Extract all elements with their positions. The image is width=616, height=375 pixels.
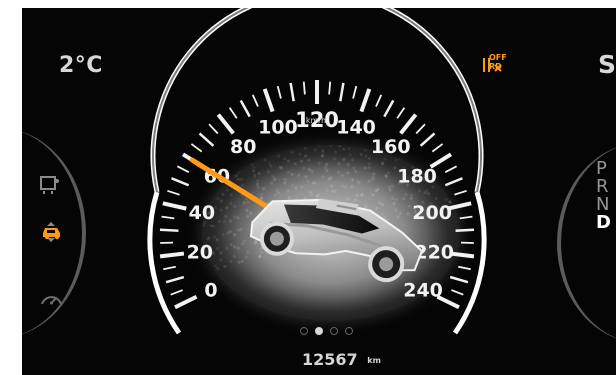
speed-tick (174, 294, 198, 310)
page-dot-active (315, 327, 323, 335)
speed-tick (458, 265, 471, 271)
speed-tick (399, 113, 418, 135)
speed-tick (328, 81, 332, 95)
speed-tick (444, 165, 458, 174)
speed-label: 20 (187, 242, 213, 264)
speed-tick (454, 189, 467, 196)
speed-tick (216, 113, 235, 135)
speed-tick (359, 88, 372, 113)
speed-tick (449, 251, 475, 259)
speed-tick (170, 289, 183, 296)
speed-tick (431, 143, 444, 153)
page-dot (330, 327, 338, 335)
speed-tick (239, 99, 251, 118)
speed-label: 0 (204, 280, 217, 302)
speed-tick (208, 123, 219, 135)
speed-tick (396, 107, 406, 119)
speed-tick (198, 132, 215, 147)
speed-tick (190, 143, 203, 153)
speed-label: 100 (258, 117, 298, 139)
speed-tick (163, 265, 176, 271)
speed-label: 160 (371, 136, 411, 158)
speed-label: 40 (189, 202, 215, 224)
speed-tick (447, 201, 472, 211)
speed-tick (339, 82, 345, 102)
speed-tick (262, 88, 275, 113)
speed-tick (444, 177, 463, 187)
speed-tick (159, 228, 179, 232)
speed-tick (161, 215, 175, 220)
speed-tick (419, 132, 436, 147)
speed-tick (449, 275, 469, 284)
speed-tick (375, 94, 383, 107)
speed-tick (459, 215, 473, 220)
speed-tick (171, 177, 190, 187)
speed-tick (429, 152, 453, 169)
speed-tick (289, 82, 295, 102)
odometer-readout: 12567 km (302, 350, 382, 369)
speed-tick (165, 275, 185, 284)
speed-tick (276, 85, 282, 99)
speed-unit-label: km/h (306, 116, 326, 125)
speed-tick (415, 123, 426, 135)
speed-tick (302, 81, 306, 95)
speed-label: 180 (397, 165, 437, 187)
speed-tick (159, 251, 185, 259)
speed-tick (383, 99, 395, 118)
speed-tick (455, 228, 475, 232)
speed-tick (228, 107, 238, 119)
speed-tick (167, 189, 180, 196)
speed-tick (251, 94, 259, 107)
odometer-value: 12567 (302, 350, 358, 369)
speed-tick (162, 201, 187, 211)
instrument-cluster: 2°C S OFF RD P R N D 0 20 40 80 100 120 … (22, 8, 616, 375)
page-dot (345, 327, 353, 335)
speed-tick (176, 165, 190, 174)
odometer-unit: km (367, 356, 381, 365)
speed-tick (451, 289, 464, 296)
speed-tick (352, 85, 358, 99)
page-dot (300, 327, 308, 335)
page-indicators (300, 327, 353, 335)
speed-label: 80 (230, 136, 256, 158)
